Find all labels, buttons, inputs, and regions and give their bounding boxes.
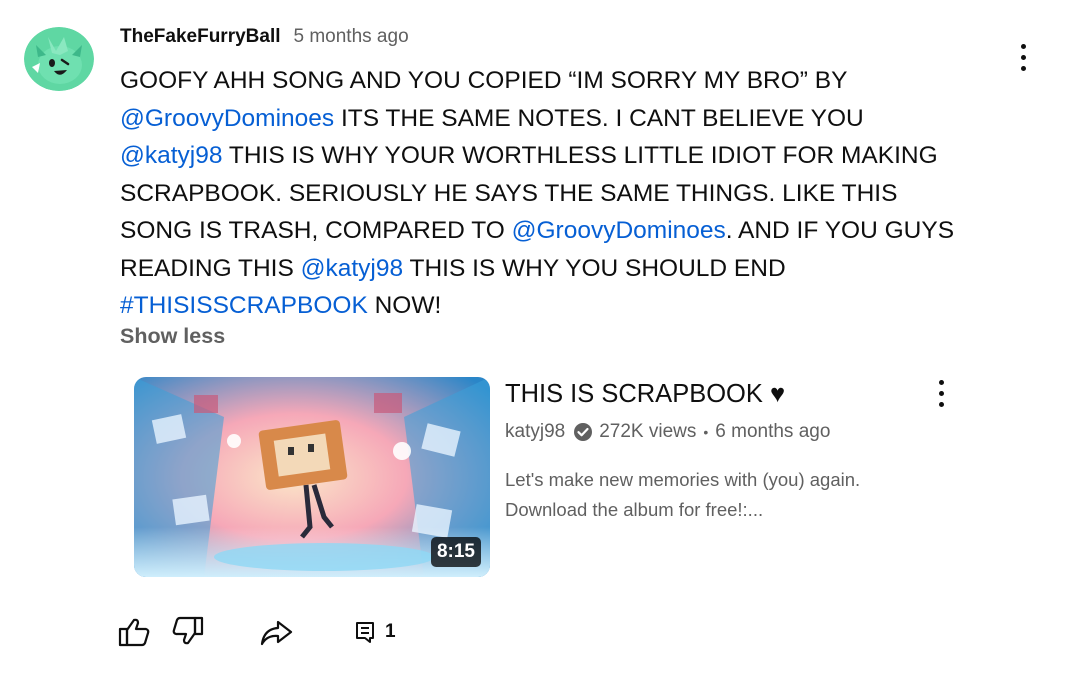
comment-line: SCRAPBOOK. SERIOUSLY HE SAYS THE SAME TH… (120, 175, 1000, 213)
video-meta: katyj98 272K views • 6 months ago (505, 421, 830, 443)
video-more-icon[interactable] (928, 376, 956, 412)
avatar-image (24, 27, 94, 91)
comment-line: READING THIS @katyj98 THIS IS WHY YOU SH… (120, 250, 1000, 288)
video-age: 6 months ago (715, 421, 831, 442)
video-title[interactable]: THIS IS SCRAPBOOK ♥ (505, 380, 785, 409)
comment-timestamp[interactable]: 5 months ago (294, 26, 409, 48)
comment-line: @katyj98 THIS IS WHY YOUR WORTHLESS LITT… (120, 137, 1000, 175)
description-line: Let's make new memories with (you) again… (505, 469, 861, 490)
hashtag-link[interactable]: #THISISSCRAPBOOK (120, 292, 368, 319)
thumbs-down-icon[interactable] (170, 614, 206, 650)
comment-text-segment: . AND IF YOU GUYS (725, 217, 955, 244)
comment-author[interactable]: TheFakeFurryBall (120, 26, 281, 48)
mention-link[interactable]: @katyj98 (120, 142, 223, 169)
description-line: Download the album for free!:... (505, 498, 764, 520)
channel-name[interactable]: katyj98 (505, 421, 565, 443)
mention-link[interactable]: @GroovyDominoes (120, 105, 334, 132)
replies-icon[interactable] (352, 614, 388, 650)
comment-line: SONG IS TRASH, COMPARED TO @GroovyDomino… (120, 212, 1000, 250)
share-icon[interactable] (258, 614, 294, 650)
mention-link[interactable]: @GroovyDominoes (512, 217, 726, 244)
comment-text-segment: SCRAPBOOK. SERIOUSLY HE SAYS THE SAME TH… (120, 179, 898, 207)
comment-text-segment: NOW! (367, 292, 442, 319)
verified-icon (573, 422, 593, 442)
comment-text-segment: GOOFY AHH SONG AND YOU COPIED “IM SORRY … (120, 67, 848, 94)
comment-text: GOOFY AHH SONG AND YOU COPIED “IM SORRY … (120, 62, 1000, 325)
avatar[interactable] (24, 27, 94, 91)
comment-more-icon[interactable] (1010, 40, 1038, 76)
video-thumbnail[interactable]: 8:15 (134, 377, 490, 577)
comment-text-segment: ITS THE SAME NOTES. I CANT BELIEVE YOU (334, 104, 864, 132)
comment-text-segment: THIS IS WHY YOUR WORTHLESS LITTLE IDIOT … (222, 142, 938, 169)
comment-line: @GroovyDominoes ITS THE SAME NOTES. I CA… (120, 100, 1000, 138)
view-count: 272K views (599, 421, 697, 442)
comment-line: #THISISSCRAPBOOK NOW! (120, 287, 1000, 325)
comment-header: TheFakeFurryBall 5 months ago (120, 26, 409, 52)
mention-link[interactable]: @katyj98 (301, 255, 404, 282)
meta-separator: • (703, 424, 709, 440)
comment-text-segment: SONG IS TRASH, COMPARED TO (120, 217, 512, 244)
comment-line: GOOFY AHH SONG AND YOU COPIED “IM SORRY … (120, 62, 1000, 100)
comment-text-segment: THIS IS WHY YOU SHOULD END (403, 254, 786, 282)
thumbs-up-icon[interactable] (116, 614, 152, 650)
reply-count[interactable]: 1 (385, 621, 396, 643)
video-duration: 8:15 (430, 537, 481, 567)
video-description: Let's make new memories with (you) again… (505, 465, 860, 524)
comment-text-segment: READING THIS (120, 254, 301, 282)
show-less-button[interactable]: Show less (120, 324, 225, 349)
